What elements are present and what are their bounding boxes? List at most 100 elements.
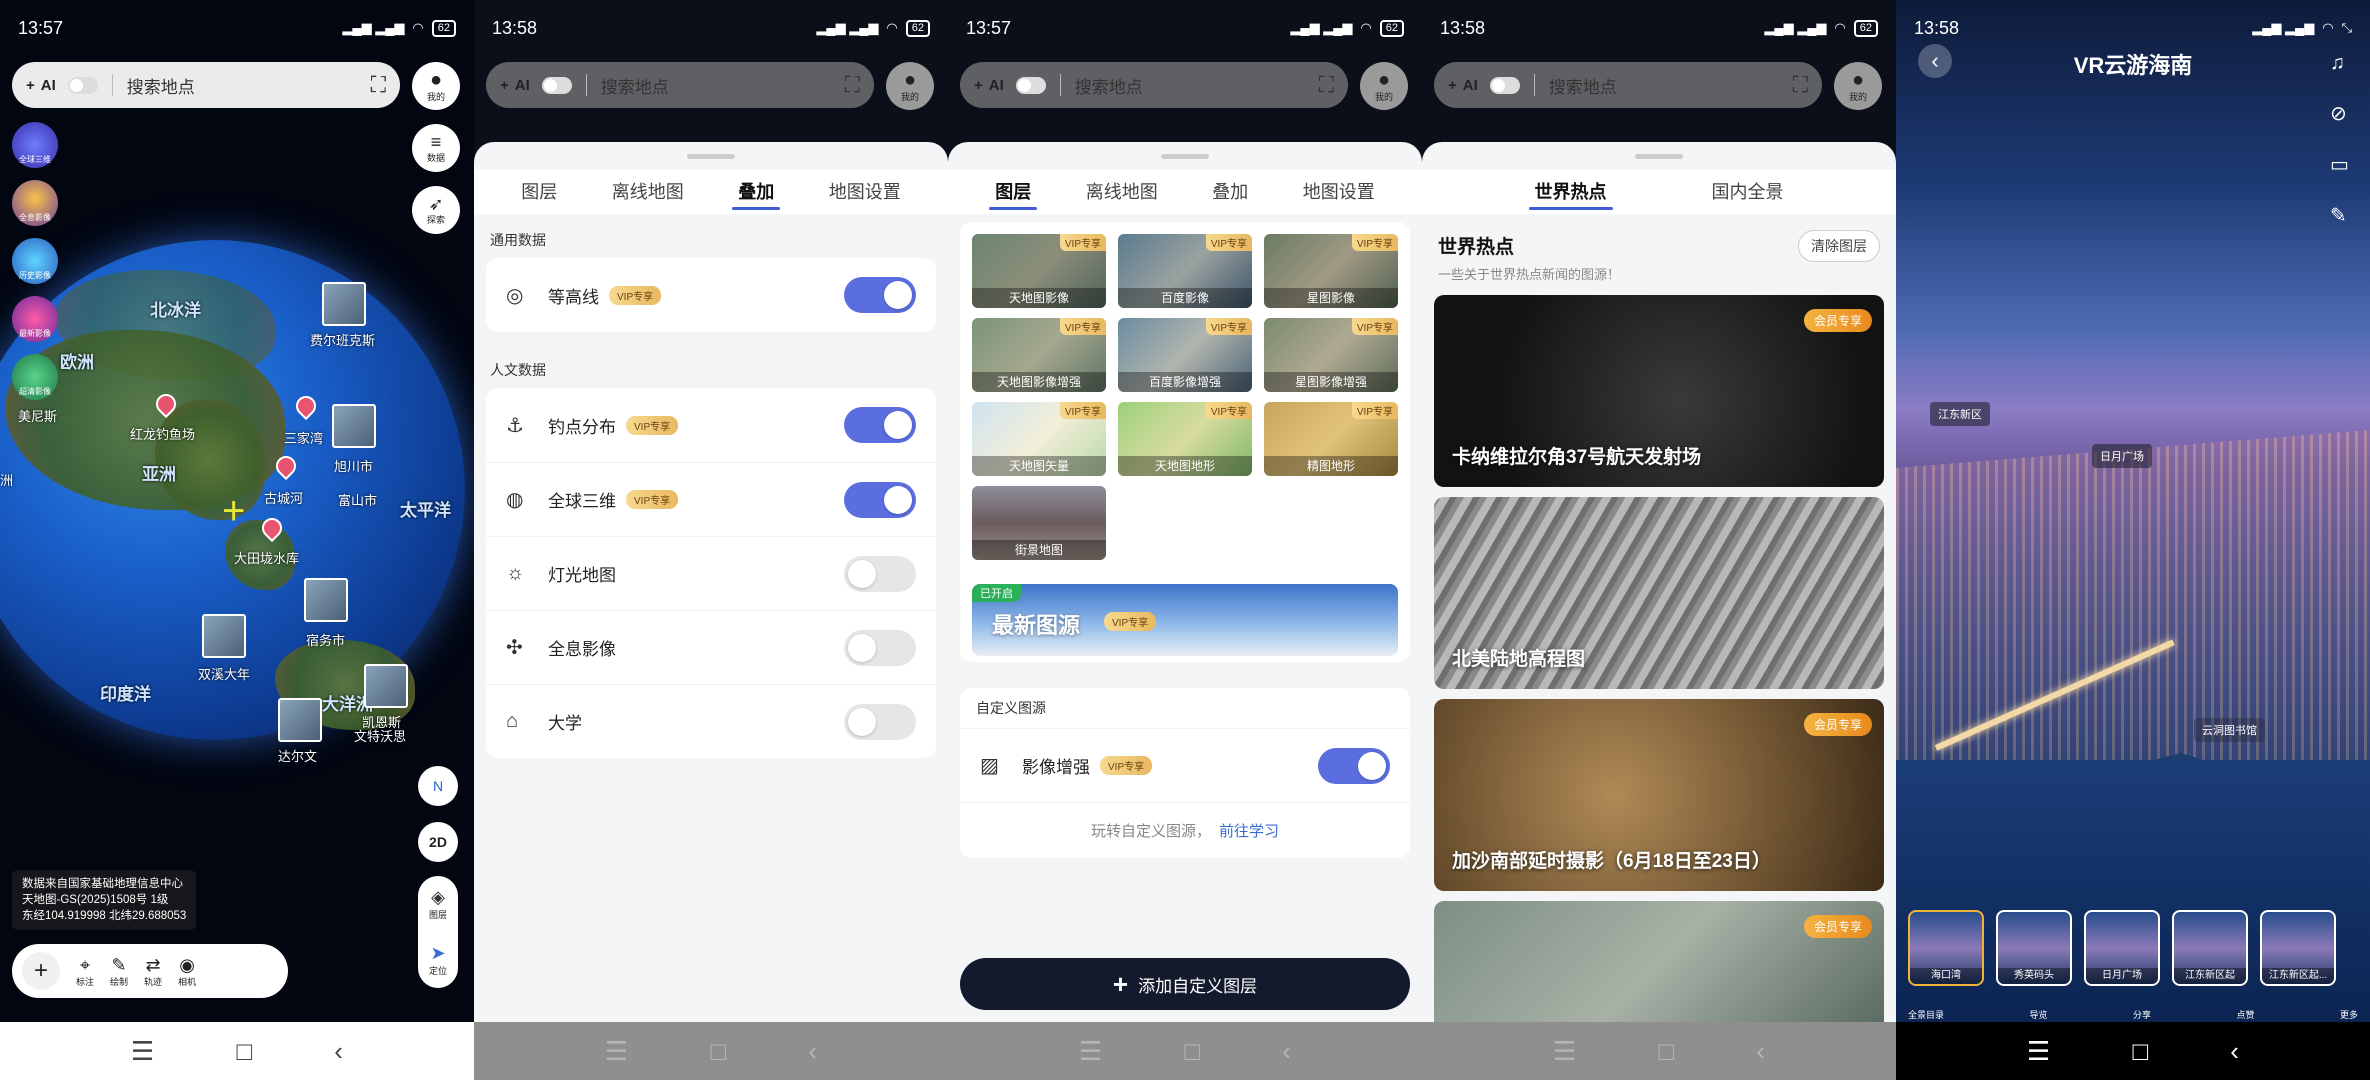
me-button[interactable]: ● 我的 [412,62,460,110]
me-button[interactable]: ● 我的 [1834,62,1882,110]
fishing-spot-switch[interactable] [844,407,916,443]
light-map-row[interactable]: ☼ 灯光地图 [486,536,936,610]
home-nav-icon[interactable]: □ [1184,1036,1200,1067]
layer-tile[interactable]: VIP专享 精图地形 [1264,402,1398,476]
university-switch[interactable] [844,703,916,740]
holo-image-button[interactable]: 全息影像 [12,180,58,226]
place-thumbnail[interactable] [332,404,376,448]
layer-tile[interactable]: VIP专享 天地图矢量 [972,402,1106,476]
menu-nav-icon[interactable]: ☰ [1079,1036,1102,1067]
scene-thumbnail[interactable]: 海口湾 [1908,910,1984,986]
locate-button[interactable]: ➤ 定位 [429,943,447,977]
like-button[interactable]: 点赞 [2236,1008,2254,1021]
sheet-handle[interactable] [1635,154,1683,159]
ai-switch[interactable] [1015,76,1046,94]
add-button[interactable]: + [22,952,60,990]
vr-glasses-icon[interactable]: ▭ [2330,152,2349,177]
hot-card[interactable]: 会员专享 加沙南部延时摄影（6月18日至23日） [1434,699,1884,891]
mark-button[interactable]: ⌖ 标注 [76,955,94,988]
guide-button[interactable]: 导览 [2029,1008,2047,1021]
gyro-off-icon[interactable]: ⊘ [2330,101,2349,126]
draw-button[interactable]: ✎ 绘制 [110,955,128,988]
ai-toggle[interactable]: + AI [1448,76,1520,94]
place-thumbnail[interactable] [322,282,366,326]
light-map-switch[interactable] [844,555,916,592]
hotspot-tag[interactable]: 云洞图书馆 [2194,718,2265,742]
global-3d-switch[interactable] [844,481,916,518]
hot-card[interactable]: 会员专享 卡纳维拉尔角37号航天发射场 [1434,295,1884,487]
hotspot-tag[interactable]: 日月广场 [2092,444,2152,468]
home-nav-icon[interactable]: □ [710,1036,726,1067]
hotspot-tag[interactable]: 江东新区 [1930,402,1990,426]
search-input[interactable]: 搜索地点 [601,73,845,98]
back-nav-icon[interactable]: ‹ [2230,1036,2239,1067]
menu-nav-icon[interactable]: ☰ [131,1036,154,1067]
search-bar[interactable]: + AI 搜索地点 ⛶ [960,62,1348,108]
track-button[interactable]: ⇄ 轨迹 [144,955,162,988]
learn-link[interactable]: 前往学习 [1219,820,1279,841]
global-3d-row[interactable]: ◍ 全球三维 VIP专享 [486,462,936,536]
tab-map-settings[interactable]: 地图设置 [829,170,901,214]
layer-tile[interactable]: VIP专享 天地图地形 [1118,402,1252,476]
clear-layers-button[interactable]: 清除图层 [1798,230,1880,262]
holo-image-row[interactable]: ✣ 全息影像 [486,610,936,684]
back-nav-icon[interactable]: ‹ [1282,1036,1291,1067]
tab-layers[interactable]: 图层 [989,170,1038,214]
home-nav-icon[interactable]: □ [2132,1036,2148,1067]
back-nav-icon[interactable]: ‹ [334,1036,343,1067]
hot-card[interactable]: 北美陆地高程图 [1434,497,1884,689]
latest-source-banner[interactable]: 已开启 最新图源 VIP专享 [972,584,1398,656]
contour-switch[interactable] [844,277,916,313]
fishing-spot-row[interactable]: ⚓ 钓点分布 VIP专享 [486,388,936,462]
me-button[interactable]: ● 我的 [1360,62,1408,110]
image-enhance-switch[interactable] [1318,747,1390,784]
explore-button[interactable]: ➶ 探索 [412,186,460,234]
data-button[interactable]: ≡ 数据 [412,124,460,172]
home-nav-icon[interactable]: □ [236,1036,252,1067]
ai-toggle[interactable]: + AI [26,76,98,94]
search-bar[interactable]: + AI 搜索地点 ⛶ [1434,62,1822,108]
tab-layers[interactable]: 图层 [521,170,557,214]
tab-overlay[interactable]: 叠加 [732,170,781,214]
camera-button[interactable]: ◉ 相机 [178,955,196,988]
add-custom-layer-button[interactable]: + 添加自定义图层 [960,958,1410,1010]
sheet-handle[interactable] [1161,154,1209,159]
hd-image-button[interactable]: 超清影像 [12,354,58,400]
ai-switch[interactable] [67,76,98,94]
global-3d-button[interactable]: 全球三维 [12,122,58,168]
scene-thumbnail[interactable]: 江东新区起... [2260,910,2336,986]
menu-nav-icon[interactable]: ☰ [605,1036,628,1067]
more-button[interactable]: 更多 [2340,1008,2358,1021]
university-row[interactable]: ⌂ 大学 [486,684,936,758]
2d-toggle[interactable]: 2D [418,822,458,862]
history-image-button[interactable]: 历史影像 [12,238,58,284]
holo-image-switch[interactable] [844,629,916,666]
layer-tile[interactable]: VIP专享 天地图影像增强 [972,318,1106,392]
search-input[interactable]: 搜索地点 [1549,73,1793,98]
fullscreen-icon[interactable]: ⛶ [1319,72,1334,98]
tab-offline-map[interactable]: 离线地图 [612,170,684,214]
tab-overlay[interactable]: 叠加 [1212,170,1248,214]
scene-thumbnail[interactable]: 日月广场 [2084,910,2160,986]
ai-toggle[interactable]: + AI [974,76,1046,94]
search-input[interactable]: 搜索地点 [1075,73,1319,98]
tab-world-hot[interactable]: 世界热点 [1528,170,1613,214]
place-thumbnail[interactable] [364,664,408,708]
layer-tile[interactable]: VIP专享 百度影像 [1118,234,1252,308]
scene-thumbnail[interactable]: 秀英码头 [1996,910,2072,986]
catalog-button[interactable]: 全景目录 [1908,1008,1944,1021]
fullscreen-icon[interactable]: ⛶ [371,72,386,98]
fullscreen-icon[interactable]: ⛶ [1793,72,1808,98]
image-enhance-row[interactable]: ▨ 影像增强 VIP专享 [960,728,1410,802]
ai-switch[interactable] [1489,76,1520,94]
layer-tile[interactable]: VIP专享 百度影像增强 [1118,318,1252,392]
north-compass[interactable]: N [418,766,458,806]
fullscreen-icon[interactable]: ⛶ [845,72,860,98]
tab-offline-map[interactable]: 离线地图 [1086,170,1158,214]
back-nav-icon[interactable]: ‹ [1756,1036,1765,1067]
place-thumbnail[interactable] [278,698,322,742]
tab-map-settings[interactable]: 地图设置 [1303,170,1375,214]
layer-tile[interactable]: 街景地图 [972,486,1106,560]
me-button[interactable]: ● 我的 [886,62,934,110]
menu-nav-icon[interactable]: ☰ [2027,1036,2050,1067]
